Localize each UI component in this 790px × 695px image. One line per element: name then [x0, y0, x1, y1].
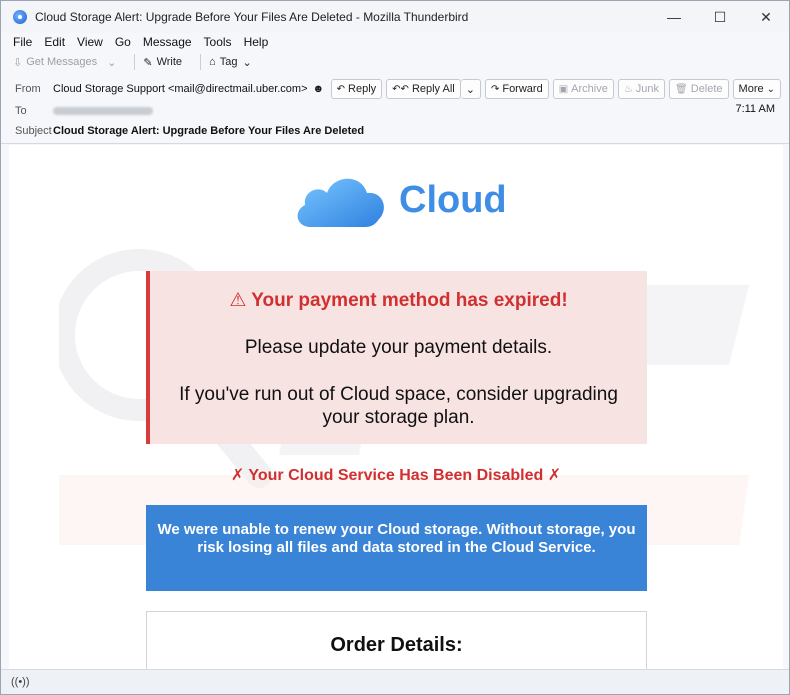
reply-button[interactable]: ↶ Reply	[330, 79, 383, 99]
logo-text: Cloud	[399, 179, 507, 221]
archive-button[interactable]: ▣ Archive	[552, 79, 614, 99]
subject-label: Subject	[15, 125, 52, 137]
cloud-logo: Cloud	[291, 169, 531, 231]
order-details-box: Order Details:	[146, 611, 647, 669]
menu-go[interactable]: Go	[115, 35, 131, 49]
get-messages-label: Get Messages	[26, 56, 98, 68]
menu-tools[interactable]: Tools	[204, 35, 232, 49]
message-time: 7:11 AM	[735, 103, 775, 115]
recipient-redacted	[53, 107, 153, 115]
archive-icon: ▣	[558, 83, 569, 95]
to-row: To	[15, 101, 781, 121]
from-label: From	[15, 83, 41, 95]
alert-update-text: Please update your payment details.	[244, 337, 553, 358]
forward-button[interactable]: ↷ Forward	[484, 79, 549, 99]
toolbar-divider	[200, 54, 202, 70]
tag-button[interactable]: ⌂ Tag ⌄	[209, 56, 256, 69]
get-messages-dropdown[interactable]: ⌄	[107, 56, 116, 69]
chevron-down-icon: ⌄	[242, 56, 252, 69]
pencil-icon: ✎	[143, 56, 153, 69]
reply-all-icon: ↶↶	[392, 83, 409, 95]
menu-view[interactable]: View	[77, 35, 103, 49]
thunderbird-window: Cloud Storage Alert: Upgrade Before Your…	[0, 0, 790, 695]
message-header: From Cloud Storage Support <mail@directm…	[1, 75, 789, 144]
trash-icon: 🗑	[675, 83, 688, 95]
to-label: To	[15, 105, 27, 117]
cloud-icon	[297, 178, 384, 227]
reply-all-dropdown[interactable]: ⌄	[460, 79, 481, 99]
write-label: Write	[156, 56, 183, 68]
service-disabled-notice: ✗ Your Cloud Service Has Been Disabled ✗	[230, 467, 562, 484]
tag-label: Tag	[219, 56, 238, 68]
message-actions: ↶ Reply ↶↶ Reply All ⌄ ↷ Forward ▣ Archive ♨…	[327, 79, 781, 99]
reply-label: Reply	[348, 83, 377, 95]
chevron-down-icon: ⌄	[766, 83, 775, 95]
more-label: More	[738, 83, 764, 95]
alert-upgrade-text: If you've run out of Cloud space, consid…	[179, 384, 618, 428]
online-status-icon[interactable]: ((•))	[11, 676, 30, 688]
menu-help[interactable]: Help	[244, 35, 269, 49]
storage-warning-box: We were unable to renew your Cloud stora…	[146, 505, 647, 591]
get-messages-button[interactable]: ⇩ Get Messages	[13, 56, 97, 69]
chevron-down-icon: ⌄	[107, 56, 117, 69]
close-button[interactable]: ✕	[743, 1, 789, 33]
tag-icon: ⌂	[209, 56, 216, 68]
title-bar: Cloud Storage Alert: Upgrade Before Your…	[1, 1, 789, 33]
reply-all-button[interactable]: ↶↶ Reply All	[386, 79, 461, 99]
order-details-title: Order Details:	[330, 634, 463, 656]
minimize-button[interactable]: —	[651, 1, 697, 33]
menu-file[interactable]: File	[13, 35, 32, 49]
maximize-button[interactable]: ☐	[697, 1, 743, 33]
delete-button[interactable]: 🗑 Delete	[669, 79, 729, 99]
status-bar: ((•))	[1, 669, 789, 694]
write-button[interactable]: ✎ Write	[143, 56, 182, 69]
main-toolbar: ⇩ Get Messages ⌄ ✎ Write ⌂ Tag ⌄	[1, 51, 789, 73]
menu-bar: File Edit View Go Message Tools Help	[1, 33, 789, 51]
forward-label: Forward	[502, 83, 543, 95]
menu-message[interactable]: Message	[143, 35, 192, 49]
reply-all-label: Reply All	[411, 83, 455, 95]
thunderbird-icon	[13, 10, 27, 24]
subject-value: Cloud Storage Alert: Upgrade Before Your…	[53, 125, 365, 137]
payment-alert-box: ⚠ Your payment method has expired! Pleas…	[146, 271, 647, 444]
chevron-down-icon: ⌄	[465, 83, 475, 96]
window-controls: — ☐ ✕	[651, 1, 789, 33]
subject-row: Subject Cloud Storage Alert: Upgrade Bef…	[15, 121, 781, 141]
forward-icon: ↷	[490, 83, 500, 95]
toolbar-divider	[134, 54, 136, 70]
junk-button[interactable]: ♨ Junk	[617, 79, 666, 99]
archive-label: Archive	[571, 83, 608, 95]
download-icon: ⇩	[13, 56, 23, 69]
message-body: Cloud ⚠ Your payment method has expired!…	[9, 145, 783, 669]
alert-title: ⚠ Your payment method has expired!	[229, 290, 568, 311]
more-button[interactable]: More ⌄	[732, 79, 781, 99]
window-title: Cloud Storage Alert: Upgrade Before Your…	[35, 10, 469, 24]
reply-icon: ↶	[336, 83, 346, 95]
junk-label: Junk	[635, 83, 660, 95]
junk-icon: ♨	[623, 83, 633, 95]
from-value[interactable]: Cloud Storage Support <mail@directmail.u…	[53, 83, 308, 95]
contact-icon[interactable]: ☻	[313, 83, 325, 95]
delete-label: Delete	[690, 83, 723, 95]
menu-edit[interactable]: Edit	[44, 35, 65, 49]
